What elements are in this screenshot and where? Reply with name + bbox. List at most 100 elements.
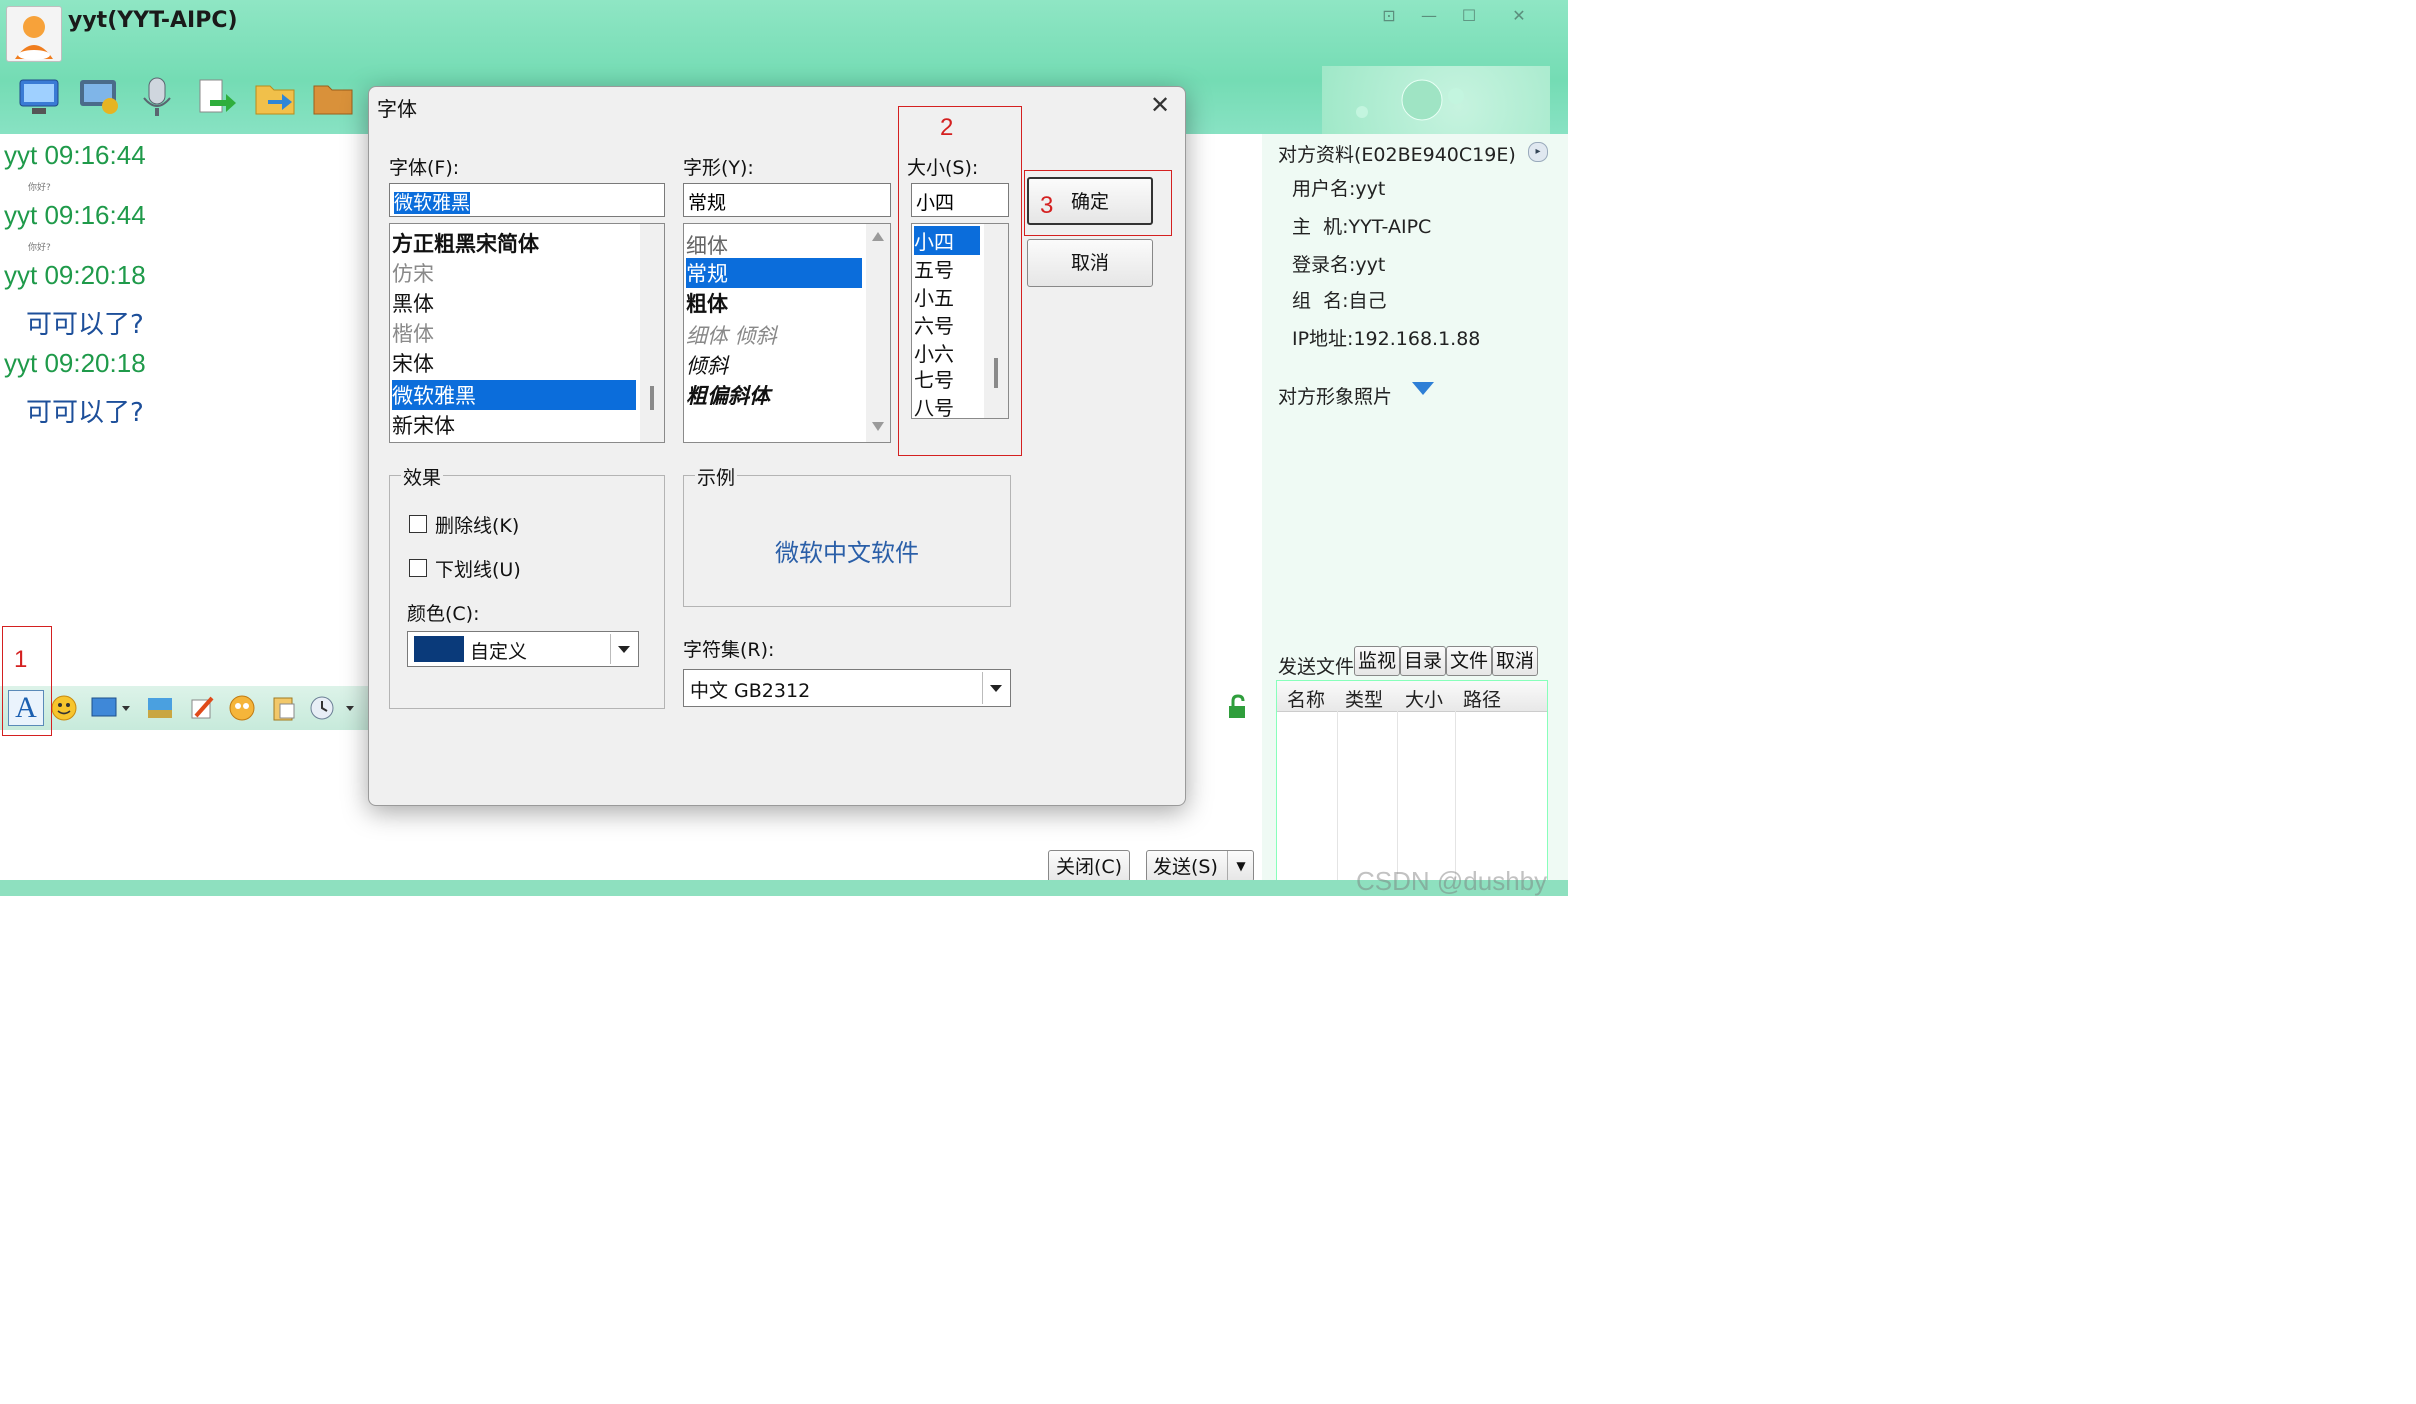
list-item[interactable]: 楷体 [392,318,434,348]
style-input[interactable]: 常规 [683,183,891,217]
scroll-thumb[interactable] [650,386,654,410]
send-options-chevron-icon[interactable]: ▼ [1227,851,1254,881]
close-button[interactable]: 关闭(C) [1048,850,1130,884]
unlock-icon[interactable] [1226,694,1252,720]
expand-icon[interactable]: ▸ [1528,142,1548,162]
watermark: CSDN @dushby [1356,866,1548,896]
annotation-number: 1 [14,646,28,673]
send-file-icon[interactable] [192,74,238,120]
sample-text: 微软中文软件 [775,539,919,567]
message-text: 你好? [28,183,51,193]
open-folder-icon[interactable] [310,74,356,120]
list-item-selected[interactable]: 微软雅黑 [392,380,636,410]
color-select[interactable]: 自定义 [407,631,639,667]
dialog-title: 字体 [377,97,417,121]
tab-directory[interactable]: 目录 [1400,646,1446,676]
emoji-icon[interactable] [50,694,78,722]
scroll-up-icon[interactable] [872,232,884,241]
microphone-icon[interactable] [134,74,180,120]
font-input-value: 微软雅黑 [394,192,471,214]
profile-group: 组 名:自己 [1292,290,1387,312]
handwrite-icon[interactable] [188,694,216,722]
chat-history[interactable]: yyt 09:16:44 你好? yyt 09:16:44 你好? yyt 09… [0,134,368,622]
col-type[interactable]: 类型 [1345,685,1383,712]
bubble-decor-icon [1356,79,1464,121]
chevron-down-icon[interactable] [1412,382,1434,395]
profile-host: 主 机:YYT-AIPC [1292,216,1432,238]
list-item[interactable]: 方正粗黑宋简体 [392,228,539,258]
image-icon[interactable] [146,694,174,722]
list-item[interactable]: 细体 [686,230,728,260]
scroll-down-icon[interactable] [872,422,884,431]
tab-monitor[interactable]: 监视 [1354,646,1400,676]
charset-value: 中文 GB2312 [690,680,811,702]
profile-login: 登录名:yyt [1292,254,1386,276]
font-list[interactable]: 方正粗黑宋简体 仿宋 黑体 楷体 宋体 微软雅黑 新宋体 [389,223,665,443]
style-label: 字形(Y): [683,157,754,179]
color-label: 颜色(C): [407,603,480,625]
profile-username: 用户名:yyt [1292,178,1386,200]
message-header: yyt 09:16:44 [4,140,146,170]
user-avatar-icon [15,16,53,60]
send-button[interactable]: 发送(S) ▼ [1146,850,1254,882]
message-header: yyt 09:16:44 [4,200,146,230]
message-header: yyt 09:20:18 [4,260,146,290]
effects-title: 效果 [401,463,444,490]
chevron-down-icon [990,685,1002,692]
list-item[interactable]: 宋体 [392,348,434,378]
minimize-icon[interactable]: — [1416,6,1442,28]
message-header: yyt 09:20:18 [4,348,146,378]
col-name[interactable]: 名称 [1287,685,1325,712]
list-item[interactable]: 粗体 [686,288,728,318]
annotation-box-2 [898,106,1022,456]
cancel-button[interactable]: 取消 [1027,239,1153,287]
style-list[interactable]: 细体 常规 粗体 细体 倾斜 倾斜 粗偏斜体 [683,223,891,443]
list-item[interactable]: 新宋体 [392,410,455,440]
grid-line [1337,711,1338,889]
style-list-scrollbar[interactable] [866,224,890,442]
tab-file[interactable]: 文件 [1446,646,1492,676]
paste-icon[interactable] [270,694,298,722]
sample-title: 示例 [695,463,738,490]
charset-label: 字符集(R): [683,639,775,661]
col-path[interactable]: 路径 [1463,685,1501,712]
close-icon[interactable]: ✕ [1506,6,1532,28]
col-size[interactable]: 大小 [1405,685,1443,712]
underline-label: 下划线(U) [435,559,521,581]
underline-checkbox[interactable] [409,559,427,577]
strikethrough-checkbox[interactable] [409,515,427,533]
expression-icon[interactable] [228,694,256,722]
message-text: 可可以了? [26,398,144,428]
restore-down-icon[interactable]: ⊡ [1376,6,1402,28]
color-value: 自定义 [470,641,528,663]
remote-desktop-icon[interactable] [16,74,62,120]
list-item[interactable]: 细体 倾斜 [686,320,777,350]
list-item[interactable]: 黑体 [392,288,434,318]
color-swatch [414,636,464,662]
file-list[interactable]: 名称 类型 大小 路径 [1276,680,1548,890]
close-icon[interactable]: ✕ [1145,91,1175,121]
list-item[interactable]: 仿宋 [392,258,434,288]
send-folder-icon[interactable] [252,74,298,120]
maximize-icon[interactable]: ☐ [1456,6,1482,28]
format-toolbar: A [0,686,370,730]
status-bar [0,880,1568,896]
tab-cancel[interactable]: 取消 [1492,646,1538,676]
history-icon[interactable] [308,694,356,722]
font-list-scrollbar[interactable] [640,224,664,442]
list-item[interactable]: 粗偏斜体 [686,380,770,410]
charset-select[interactable]: 中文 GB2312 [683,669,1011,707]
remote-assist-icon[interactable] [76,74,122,120]
chevron-down-icon [618,646,630,653]
font-label: 字体(F): [389,157,460,179]
list-item[interactable]: 倾斜 [686,350,728,380]
avatar[interactable] [6,6,62,62]
screenshot-icon[interactable] [90,694,132,722]
annotation-box-1 [2,626,52,736]
charset-dropdown-button[interactable] [982,672,1009,704]
font-input[interactable]: 微软雅黑 [389,183,665,217]
list-item-selected[interactable]: 常规 [686,258,862,288]
message-text: 你好? [28,243,51,253]
files-tab[interactable]: 发送文件 [1278,652,1354,679]
color-dropdown-button[interactable] [610,634,637,664]
